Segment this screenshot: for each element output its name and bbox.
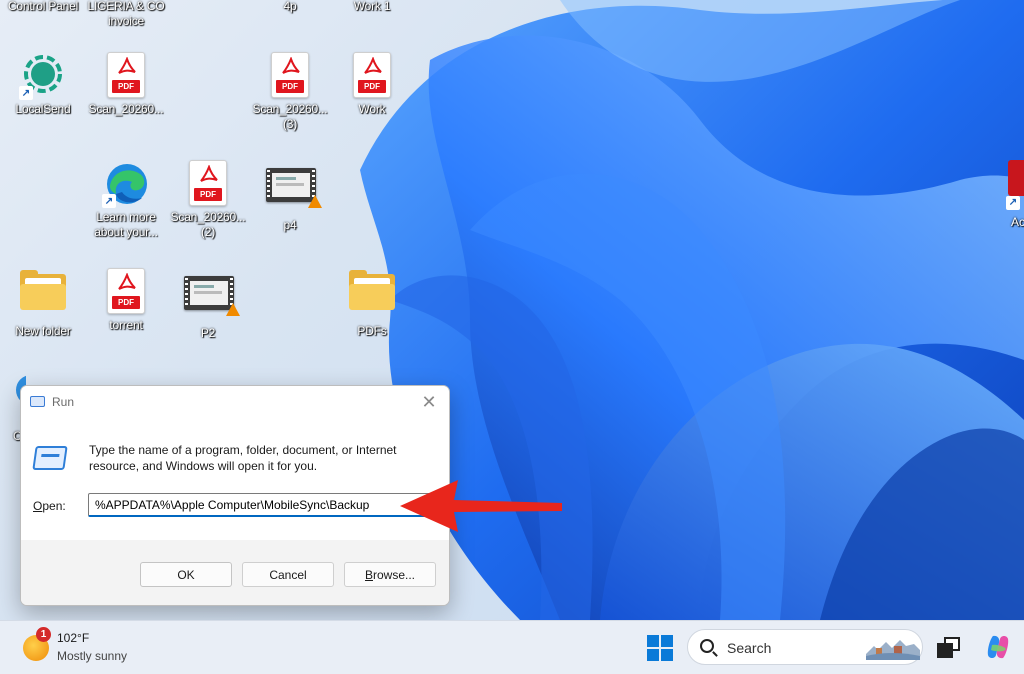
pdf-file-icon: PDF: [102, 268, 150, 316]
browse-accelerator: B: [364, 567, 373, 582]
run-app-icon: [30, 396, 45, 407]
desktop-icon-partial-right[interactable]: ↗ Ac Ac: [1006, 160, 1024, 250]
folder-icon: [19, 270, 67, 322]
run-body: Type the name of a program, folder, docu…: [21, 418, 449, 540]
search-highlight-icon: [866, 640, 920, 660]
desktop-icon-label: LIGERIA & CO invoice: [87, 0, 165, 28]
copilot-icon[interactable]: [984, 633, 1012, 661]
desktop-icon-label: LocalSend: [15, 102, 71, 116]
desktop-icon-label: Control Panel: [7, 0, 79, 13]
pdf-file-icon: PDF: [266, 52, 314, 100]
video-file-icon: [184, 276, 240, 324]
desktop-icon-edge[interactable]: ↗ Learn more about your...: [85, 160, 167, 240]
browse-label: rowse...: [373, 567, 416, 582]
run-program-icon: [32, 446, 68, 470]
vlc-cone-icon: [226, 303, 240, 316]
run-footer: OK Cancel Browse...: [21, 540, 449, 605]
weather-temperature: 102°F: [57, 631, 90, 645]
desktop-icon-label: torrent: [109, 318, 143, 332]
open-input[interactable]: [88, 493, 440, 517]
search-icon: [700, 639, 714, 653]
vlc-cone-icon: [308, 195, 322, 208]
close-icon[interactable]: ✕: [418, 392, 440, 412]
desktop-icon-4p[interactable]: 4p: [249, 0, 331, 14]
task-view-icon[interactable]: [937, 637, 961, 659]
desktop-icon-label: Work 1: [353, 0, 391, 13]
desktop-icon-scan3[interactable]: PDF Scan_20260... (3): [249, 52, 331, 132]
desktop-icon-label: 4p: [283, 0, 297, 13]
pdf-file-icon: PDF: [348, 52, 396, 100]
search-label: Search: [727, 640, 772, 656]
pdf-tag: PDF: [194, 188, 222, 201]
desktop-icon-label: New folder: [15, 324, 71, 338]
notification-badge: 1: [36, 627, 51, 642]
run-dialog: Run ✕ Type the name of a program, folder…: [20, 385, 450, 606]
pdf-tag: PDF: [276, 80, 304, 93]
desktop-icon-label: P2: [200, 326, 216, 340]
desktop-icon-label: Learn more about your...: [94, 210, 158, 239]
pdf-tag: PDF: [112, 296, 140, 309]
run-description: Type the name of a program, folder, docu…: [89, 443, 397, 473]
desktop-icon-scan2[interactable]: PDF Scan_20260... (2): [167, 160, 249, 240]
desktop-icon-localsend[interactable]: ↗ LocalSend: [2, 52, 84, 117]
windows-logo-tile: [661, 635, 673, 647]
desktop-icon-scan1[interactable]: PDF Scan_20260...: [85, 52, 167, 117]
desktop-icon-p4[interactable]: p4: [249, 160, 331, 233]
open-label: Open:: [33, 499, 66, 513]
folder-icon: [348, 270, 396, 322]
video-file-icon: [266, 168, 322, 216]
desktop-icon-label: Scan_20260...: [88, 102, 164, 116]
pdf-file-icon: PDF: [102, 52, 150, 100]
taskbar: 1 102°F Mostly sunny Search: [0, 620, 1024, 674]
taskbar-search[interactable]: Search: [687, 629, 923, 665]
browse-button[interactable]: Browse...: [344, 562, 436, 587]
desktop-icon-label: Work: [358, 102, 386, 116]
open-label-text: pen:: [42, 499, 66, 513]
desktop-icon-torrent[interactable]: PDF torrent: [85, 268, 167, 333]
run-titlebar[interactable]: Run ✕: [21, 386, 449, 418]
weather-condition: Mostly sunny: [57, 649, 128, 663]
localsend-icon: ↗: [19, 52, 67, 100]
open-label-accelerator: O: [33, 499, 43, 513]
desktop-icon-work[interactable]: PDF Work: [331, 52, 413, 117]
ok-button[interactable]: OK: [140, 562, 232, 587]
shortcut-arrow-icon: ↗: [19, 86, 33, 100]
edge-icon: ↗: [102, 160, 150, 208]
desktop-icon-label: Ac Ac: [1011, 215, 1024, 229]
pdf-file-icon: PDF: [184, 160, 232, 208]
pdf-tag: PDF: [358, 80, 386, 93]
desktop-icon-label: PDFs: [357, 324, 387, 338]
desktop-icon-pdfs[interactable]: PDFs: [331, 268, 413, 339]
desktop-icon-work1[interactable]: Work 1: [331, 0, 413, 14]
desktop-icon-label: p4: [283, 218, 297, 232]
desktop-icon-control-panel[interactable]: Control Panel: [2, 0, 84, 14]
red-arrow-annotation: [400, 480, 562, 532]
cancel-button[interactable]: Cancel: [242, 562, 334, 587]
run-title: Run: [52, 395, 75, 409]
desktop-icon-p2[interactable]: P2: [167, 268, 249, 341]
windows-logo-tile: [661, 649, 673, 661]
desktop-icon-label: Scan_20260... (2): [170, 210, 246, 239]
desktop-icon-new-folder[interactable]: New folder: [2, 268, 84, 339]
start-button[interactable]: [647, 635, 673, 661]
pdf-tag: PDF: [112, 80, 140, 93]
desktop-icon-ligeria-invoice[interactable]: LIGERIA & CO invoice: [85, 0, 167, 29]
desktop-icon-label: Scan_20260... (3): [252, 102, 328, 131]
shortcut-arrow-icon: ↗: [1006, 196, 1020, 210]
windows-logo-tile: [647, 649, 659, 661]
shortcut-arrow-icon: ↗: [102, 194, 116, 208]
windows-logo-tile: [647, 635, 659, 647]
app-icon: [1008, 160, 1024, 196]
